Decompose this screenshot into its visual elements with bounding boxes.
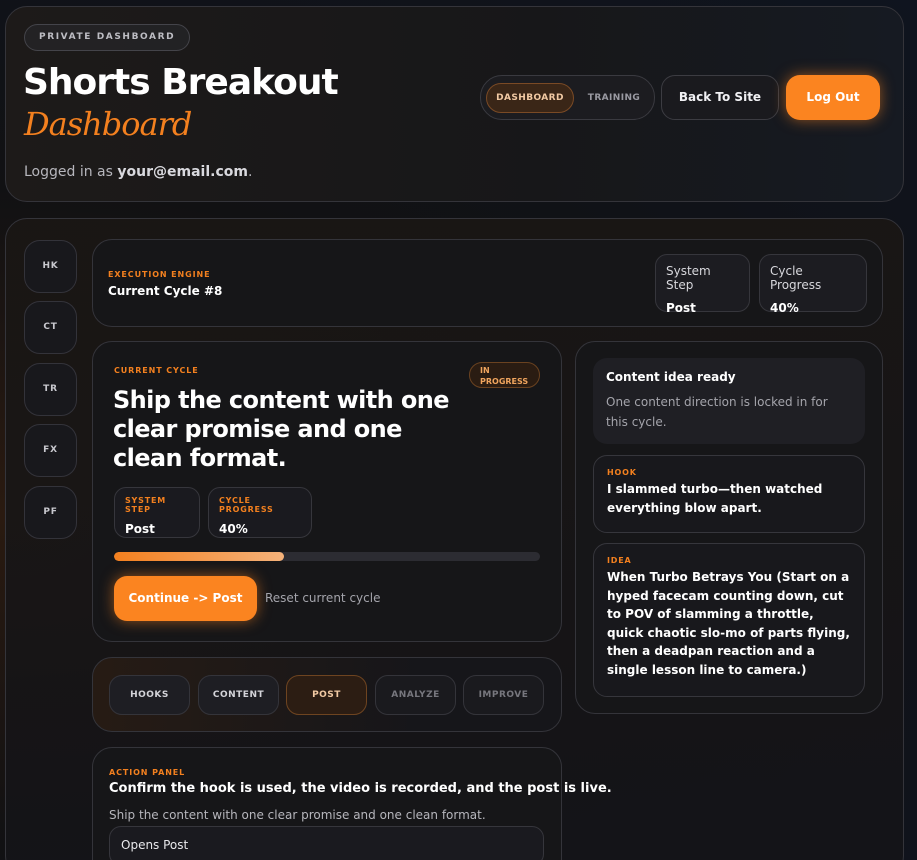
reset-cycle-link[interactable]: Reset current cycle xyxy=(265,591,380,605)
cycle-progress-key: CYCLE PROGRESS xyxy=(219,496,274,514)
content-ready-desc: One content direction is locked in for t… xyxy=(606,395,828,429)
cycle-system-step: SYSTEM STEP Post xyxy=(114,487,200,538)
sidebar-item-fx[interactable]: FX xyxy=(24,424,77,477)
cycle-progress-label: Cycle Progress xyxy=(770,264,822,292)
cycle-system-step-value: Post xyxy=(125,522,155,536)
action-title: Confirm the hook is used, the video is r… xyxy=(109,781,612,796)
logged-prefix: Logged in as xyxy=(24,164,113,180)
idea-box: IDEA When Turbo Betrays You (Start on a … xyxy=(593,543,865,697)
current-cycle-label: CURRENT CYCLE xyxy=(114,366,199,375)
log-out-button[interactable]: Log Out xyxy=(786,75,880,120)
sidebar-item-pf[interactable]: PF xyxy=(24,486,77,539)
cycle-system-step-label: SYSTEM STEP xyxy=(125,496,166,514)
sidebar-item-ct[interactable]: CT xyxy=(24,301,77,354)
system-step-stat: System Step Post xyxy=(655,254,750,315)
progress-bar-fill xyxy=(114,552,285,561)
progress-bar xyxy=(114,552,540,561)
logged-suffix: . xyxy=(247,164,253,180)
cycle-progress-stat: Cycle Progress 40% xyxy=(759,254,867,315)
idea-label: IDEA xyxy=(607,556,632,565)
page-title: Shorts Breakout xyxy=(23,62,339,103)
current-cycle-number: Current Cycle #8 xyxy=(108,284,223,298)
action-panel-label: ACTION PANEL xyxy=(109,768,186,777)
hook-text: I slammed turbo—then watched everything … xyxy=(607,482,823,515)
step-tab-analyze[interactable]: ANALYZE xyxy=(375,675,456,715)
execution-engine-label: EXECUTION ENGINE xyxy=(108,270,211,279)
step-tab-hooks[interactable]: HOOKS xyxy=(109,675,190,715)
hook-label: HOOK xyxy=(607,468,637,477)
sidebar-item-hk[interactable]: HK xyxy=(24,240,77,293)
idea-text: When Turbo Betrays You (Start on a hyped… xyxy=(607,570,850,677)
opens-post-field[interactable]: Opens Post xyxy=(109,826,544,860)
content-ready-title: Content idea ready xyxy=(606,370,736,384)
back-to-site-button[interactable]: Back To Site xyxy=(661,75,779,120)
page-subtitle: Dashboard xyxy=(24,105,192,143)
continue-button[interactable]: Continue -> Post xyxy=(114,576,257,621)
step-tab-improve[interactable]: IMPROVE xyxy=(463,675,544,715)
step-tab-post[interactable]: POST xyxy=(286,675,367,715)
action-description: Ship the content with one clear promise … xyxy=(109,808,486,822)
private-dashboard-badge: PRIVATE DASHBOARD xyxy=(24,24,191,51)
user-email: your@email.com xyxy=(117,164,248,180)
cycle-progress: CYCLE PROGRESS 40% xyxy=(208,487,312,538)
system-step-value: Post xyxy=(666,301,696,315)
sidebar-item-tr[interactable]: TR xyxy=(24,363,77,416)
hook-box: HOOK I slammed turbo—then watched everyt… xyxy=(593,455,865,533)
tab-training[interactable]: TRAINING xyxy=(576,83,652,113)
logged-in-text: Logged in as your@email.com. xyxy=(24,164,252,180)
view-switcher: DASHBOARD TRAINING xyxy=(480,75,655,120)
tab-dashboard[interactable]: DASHBOARD xyxy=(486,83,574,113)
cycle-progress-value: 40% xyxy=(770,301,799,315)
content-idea-ready: Content idea ready One content direction… xyxy=(593,358,865,444)
cycle-progress-text: 40% xyxy=(219,522,248,536)
cycle-title: Ship the content with one clear promise … xyxy=(113,386,450,472)
system-step-label: System Step xyxy=(666,264,711,292)
status-badge: IN PROGRESS xyxy=(469,362,540,388)
step-tab-content[interactable]: CONTENT xyxy=(198,675,279,715)
